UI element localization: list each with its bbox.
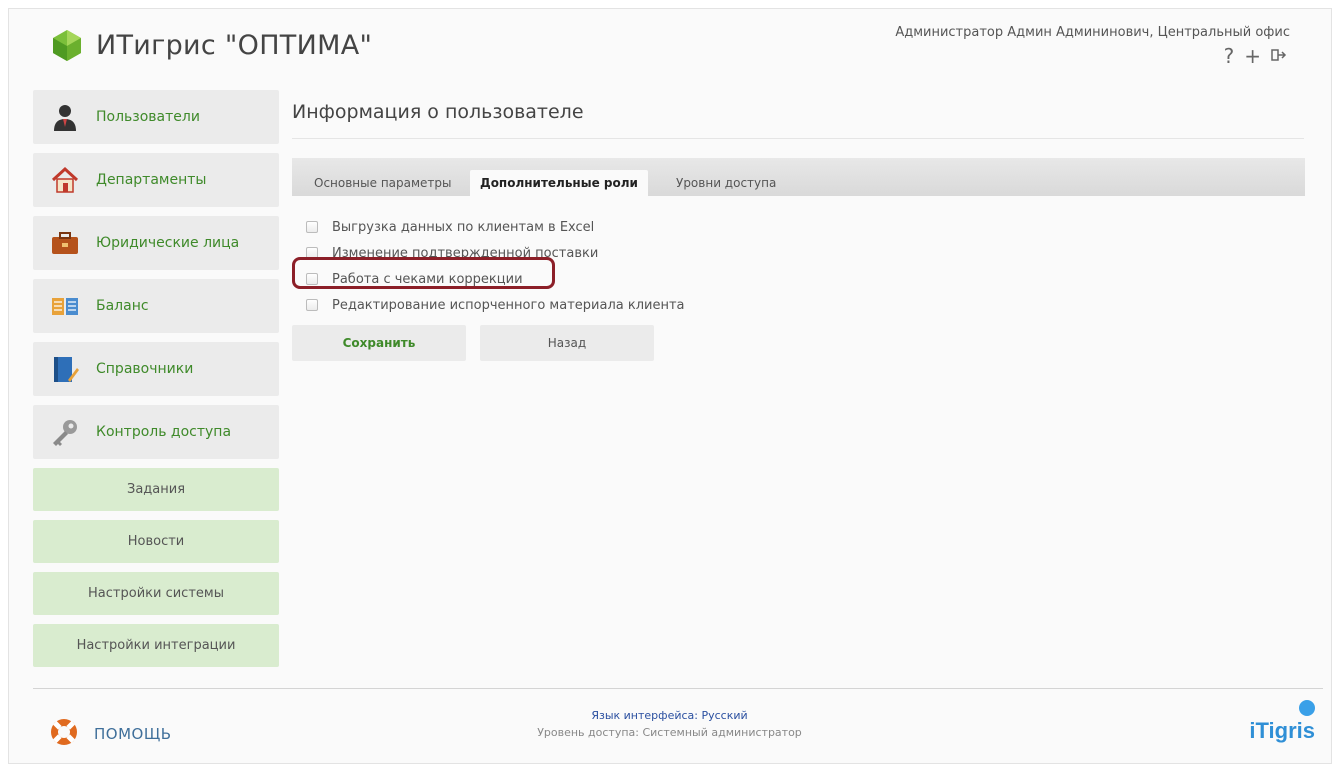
page-title: Информация о пользователе [292,101,584,123]
sidebar: Пользователи Департаменты Юридические ли… [33,90,279,676]
key-icon [48,415,82,449]
role-checkbox[interactable] [306,247,318,259]
role-checkbox[interactable] [306,273,318,285]
logo-icon [48,26,86,64]
role-label: Редактирование испорченного материала кл… [332,297,685,313]
role-label: Выгрузка данных по клиентам в Excel [332,219,595,235]
sidebar-item-label: Контроль доступа [96,424,232,440]
brand-name: iTigris [1249,718,1315,743]
tab-main-parameters[interactable]: Основные параметры [304,170,462,196]
list-item: Выгрузка данных по клиентам в Excel [306,214,685,240]
book-icon [48,352,82,386]
sidebar-item-label: Департаменты [96,172,207,188]
sidebar-item-legal-entities[interactable]: Юридические лица [33,216,279,270]
balance-icon [48,289,82,323]
brand-logo: iTigris [1245,700,1315,746]
access-level: Уровень доступа: Системный администратор [537,726,802,739]
help-icon[interactable]: ? [1224,45,1235,67]
sidebar-item-tasks[interactable]: Задания [33,468,279,511]
sidebar-item-label: Юридические лица [96,235,240,251]
current-user[interactable]: Администратор Админ Админинович, Централ… [895,25,1290,40]
list-item: Редактирование испорченного материала кл… [306,292,685,318]
sidebar-item-label: Пользователи [96,109,200,125]
brand-dot-icon [1299,700,1315,716]
language-selector[interactable]: Язык интерфейса: Русский [0,707,1339,724]
role-checkbox[interactable] [306,221,318,233]
footer-info: Язык интерфейса: Русский Уровень доступа… [0,707,1339,741]
sidebar-item-balance[interactable]: Баланс [33,279,279,333]
list-item: Работа с чеками коррекции [306,266,685,292]
roles-list: Выгрузка данных по клиентам в Excel Изме… [306,214,685,318]
sidebar-item-news[interactable]: Новости [33,520,279,563]
sidebar-item-access-control[interactable]: Контроль доступа [33,405,279,459]
sidebar-item-users[interactable]: Пользователи [33,90,279,144]
role-label: Изменение подтвержденной поставки [332,245,599,261]
sidebar-item-label: Баланс [96,298,149,314]
header-actions: ? + [1224,45,1287,67]
home-icon [48,163,82,197]
sidebar-item-system-settings[interactable]: Настройки системы [33,572,279,615]
back-button[interactable]: Назад [480,325,654,361]
sidebar-item-departments[interactable]: Департаменты [33,153,279,207]
user-icon [48,100,82,134]
sidebar-item-integration-settings[interactable]: Настройки интеграции [33,624,279,667]
tab-access-levels[interactable]: Уровни доступа [666,170,786,196]
briefcase-icon [48,226,82,260]
tab-additional-roles[interactable]: Дополнительные роли [470,170,648,196]
sidebar-item-label: Справочники [96,361,194,377]
role-label: Работа с чеками коррекции [332,271,523,287]
add-icon[interactable]: + [1244,45,1261,67]
list-item: Изменение подтвержденной поставки [306,240,685,266]
sidebar-item-directories[interactable]: Справочники [33,342,279,396]
app-logo[interactable]: ИТигрис "ОПТИМА" [48,26,372,64]
footer-divider [33,688,1323,689]
role-checkbox[interactable] [306,299,318,311]
title-divider [292,138,1304,139]
save-button[interactable]: Сохранить [292,325,466,361]
tab-bar: Основные параметры Дополнительные роли У… [292,158,1305,196]
logout-icon[interactable] [1271,45,1287,67]
app-title: ИТигрис "ОПТИМА" [96,29,373,61]
